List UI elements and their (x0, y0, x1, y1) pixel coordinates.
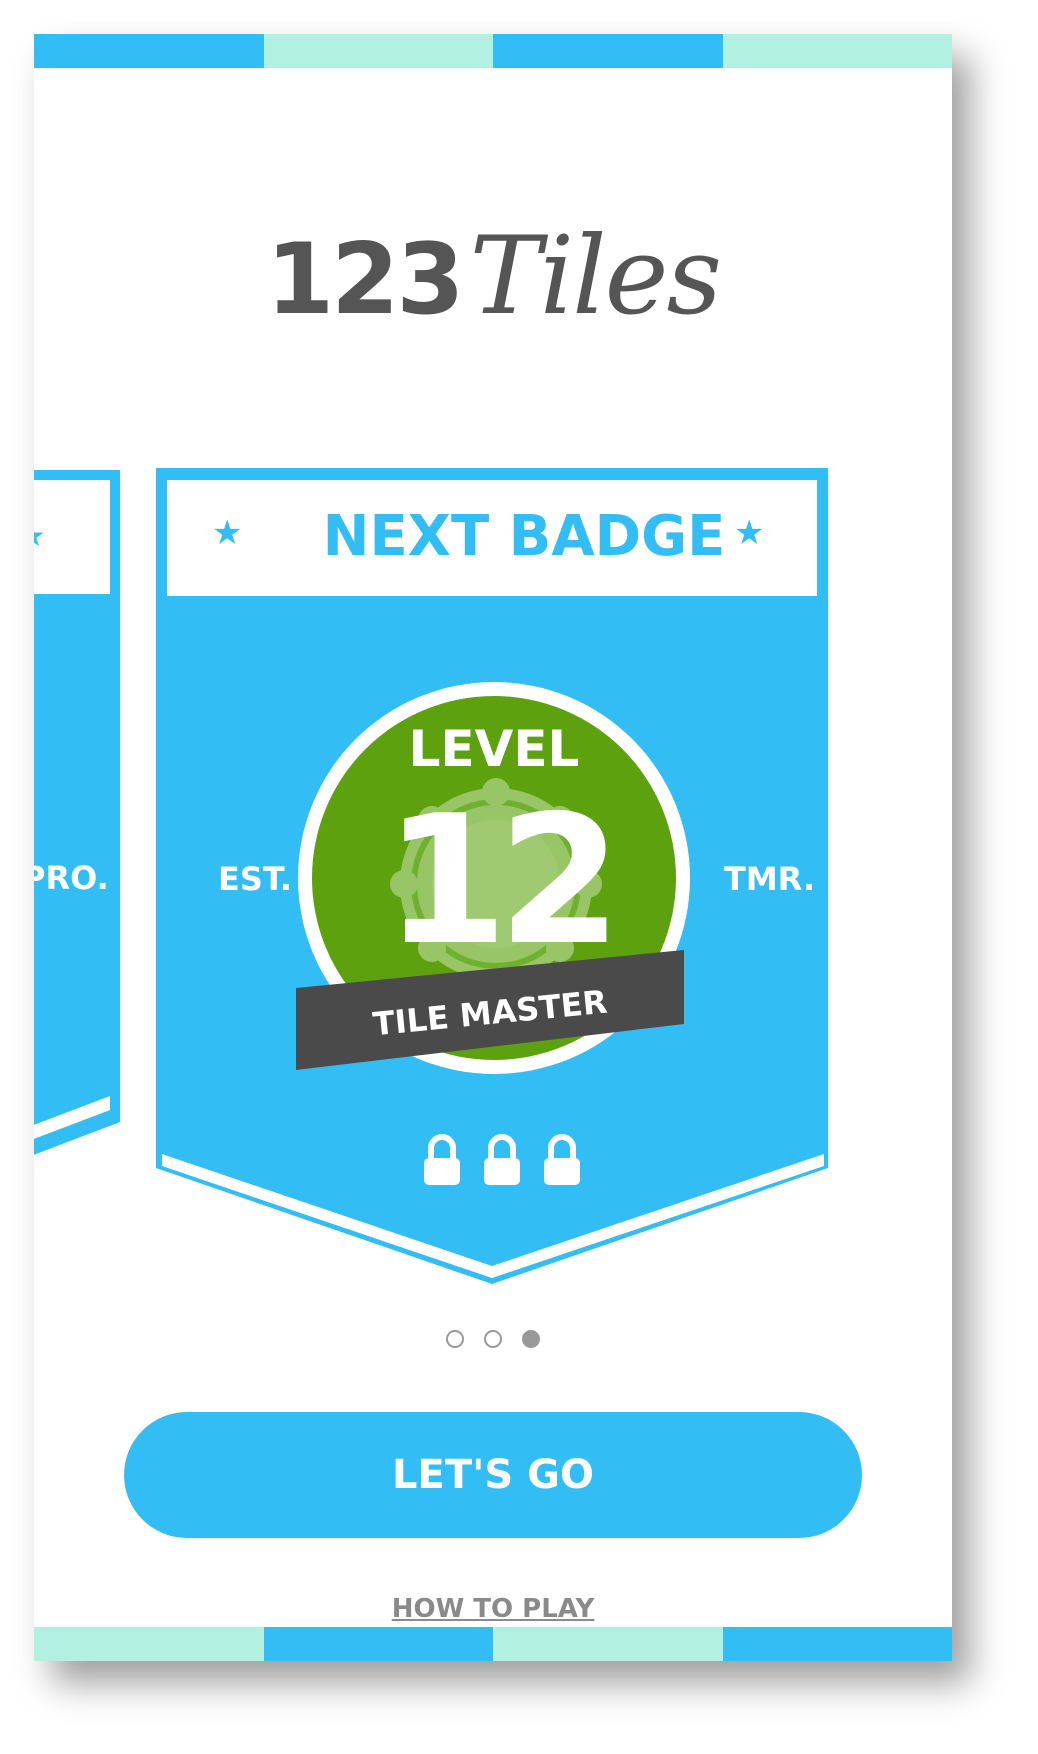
level-number: 12 (384, 777, 612, 984)
previous-card-label: PRO. (34, 859, 109, 897)
stripe-segment (263, 1627, 493, 1661)
level-badge: LEVEL 12 TILE MASTER (296, 682, 690, 1074)
stripe-segment (722, 1627, 952, 1661)
star-icon: ★ (34, 519, 45, 554)
how-to-play: HOW TO PLAY (34, 1594, 952, 1624)
app-screen: 123Tiles ★ PRO. (34, 34, 952, 1661)
estimated-label: EST. (218, 860, 292, 898)
stripe-segment (34, 1627, 264, 1661)
carousel-pagination (34, 1330, 952, 1348)
level-label: LEVEL (409, 720, 580, 778)
star-icon: ★ (734, 513, 765, 553)
stripe-segment (493, 1627, 723, 1661)
bottom-color-stripe (34, 1627, 952, 1661)
previous-badge-card[interactable]: ★ PRO. (34, 470, 120, 1170)
pagination-dot-active[interactable] (522, 1330, 540, 1348)
lets-go-button[interactable]: LET'S GO (124, 1412, 862, 1538)
star-icon: ★ (212, 513, 243, 553)
tomorrow-label: TMR. (724, 860, 815, 898)
how-to-play-link[interactable]: HOW TO PLAY (392, 1594, 595, 1624)
pagination-dot[interactable] (484, 1330, 502, 1348)
next-badge-card[interactable]: LEVEL 12 TILE MASTER EST. TMR. (156, 468, 828, 1284)
pagination-dot[interactable] (446, 1330, 464, 1348)
